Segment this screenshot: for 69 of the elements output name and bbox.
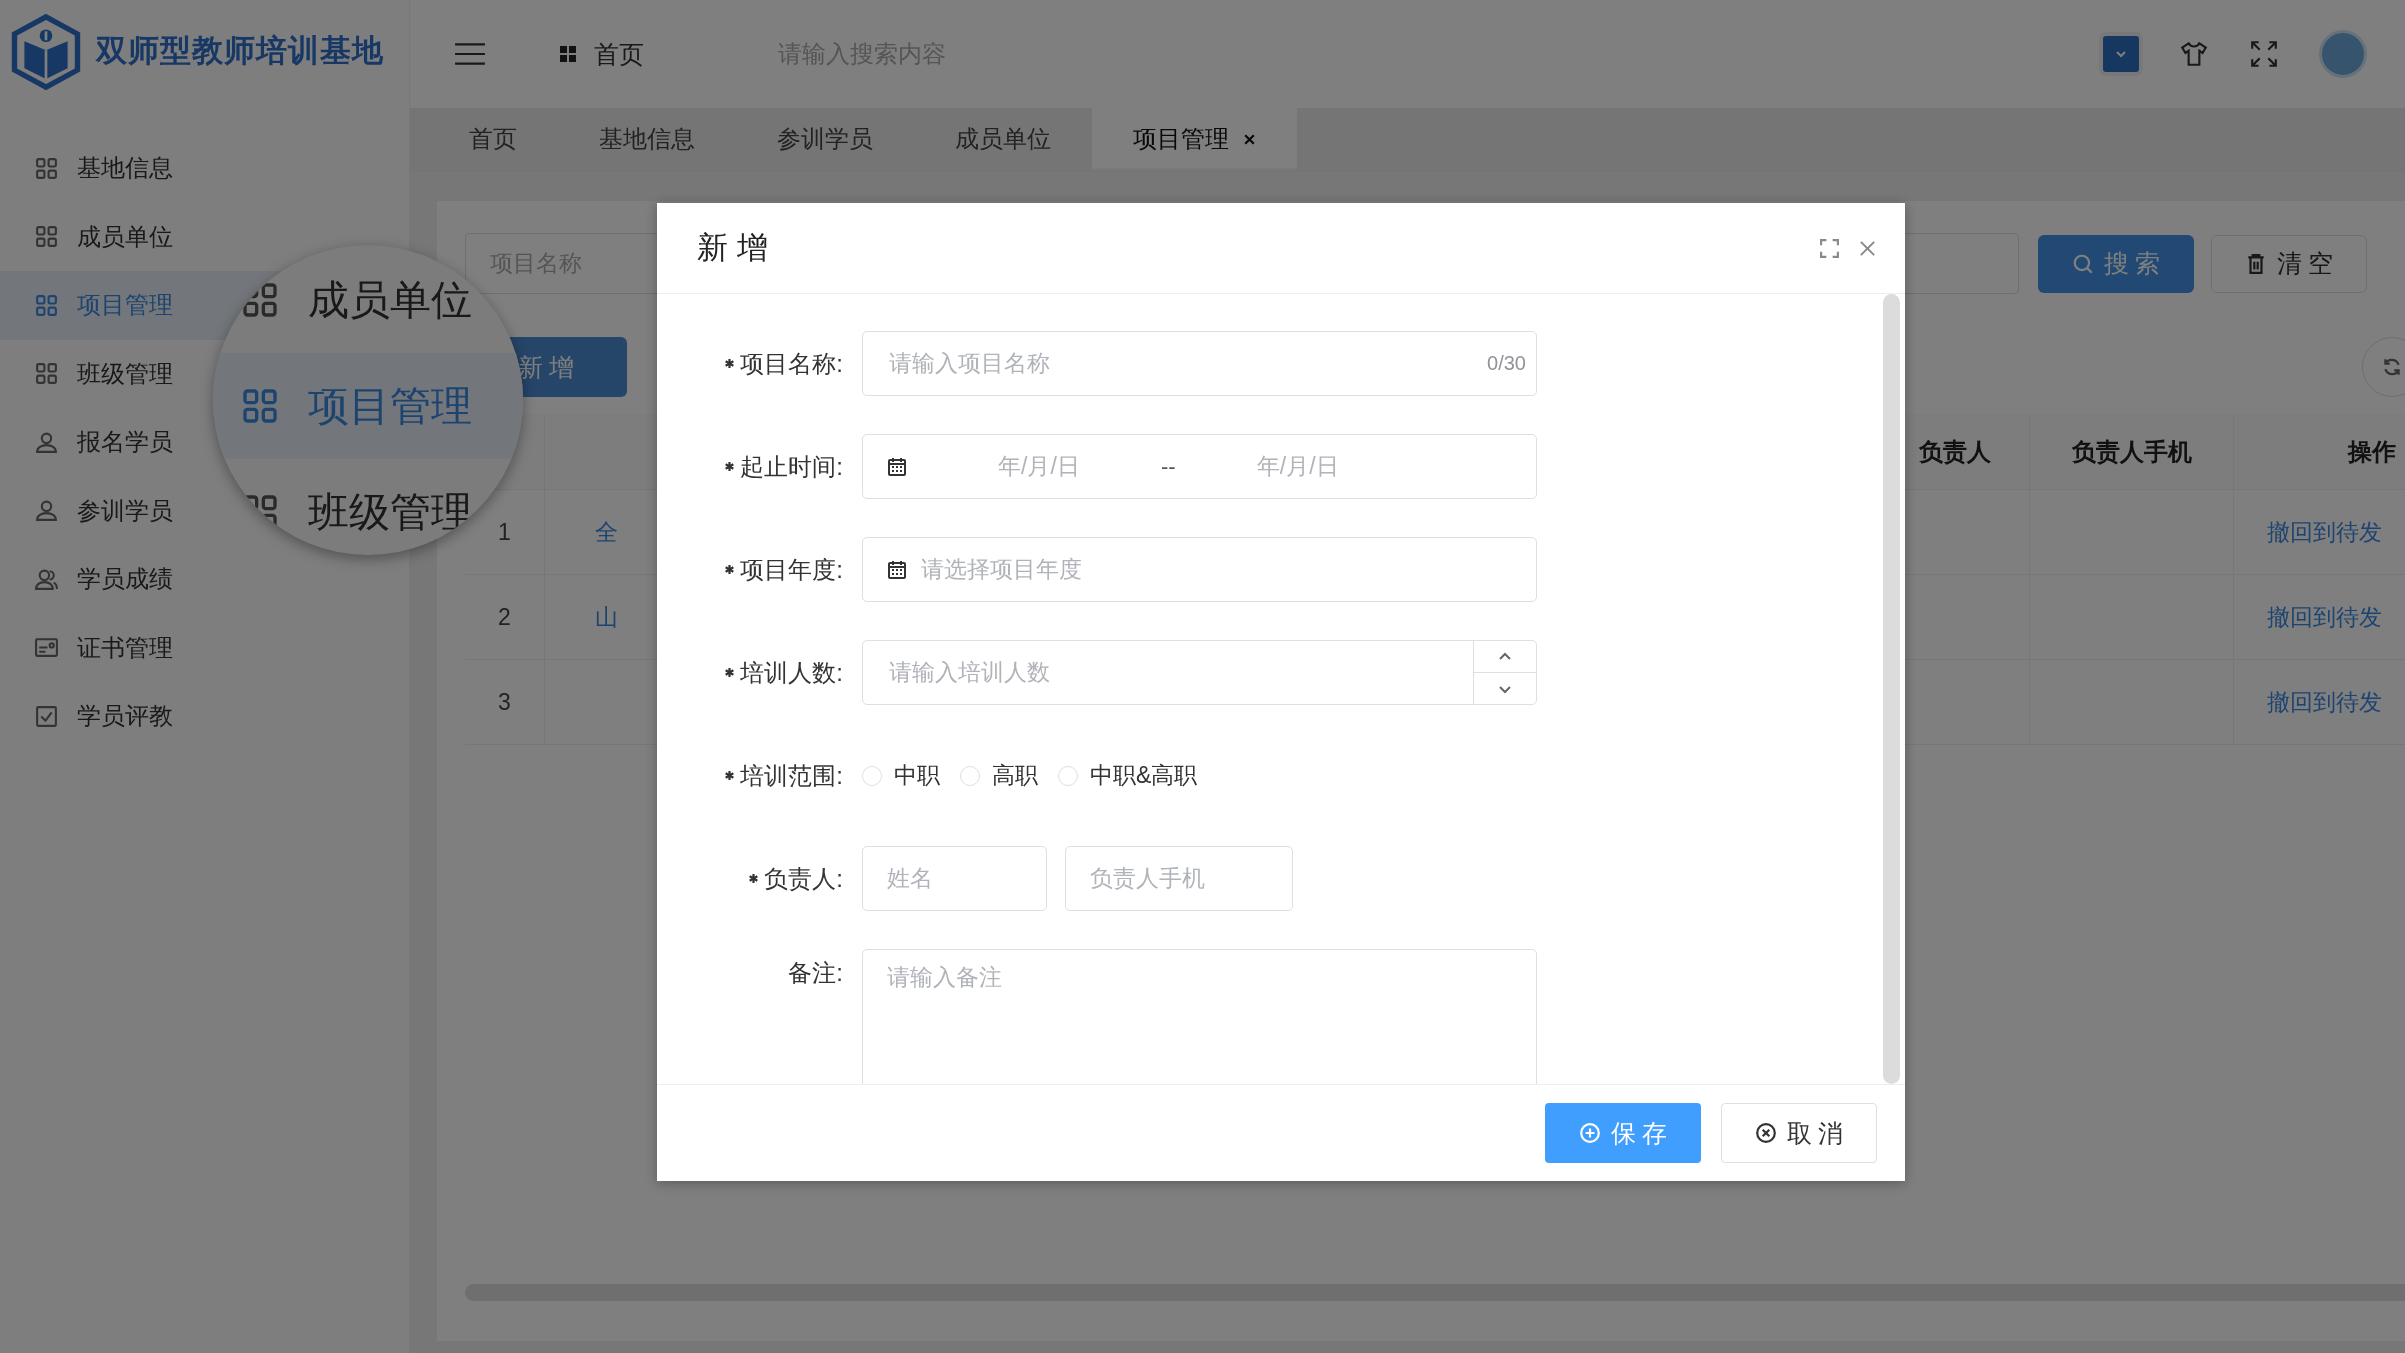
close-icon[interactable]: [1858, 238, 1877, 258]
tab[interactable]: 成员单位: [914, 108, 1092, 170]
radio-label[interactable]: 中职&高职: [1090, 760, 1198, 791]
year-input[interactable]: 请选择项目年度: [919, 555, 1526, 584]
user-icon: [34, 498, 59, 524]
number-input[interactable]: 请输入培训人数: [887, 658, 1473, 687]
sidebar-item[interactable]: 基地信息: [0, 134, 409, 203]
maximize-icon[interactable]: [1819, 237, 1840, 259]
table-link[interactable]: 全: [595, 516, 618, 548]
grid-icon: [240, 386, 280, 426]
radio-label[interactable]: 中职: [894, 760, 940, 791]
table-cell: 3: [465, 660, 545, 745]
close-icon[interactable]: [1243, 132, 1256, 146]
tab[interactable]: 首页: [428, 108, 558, 170]
calendar-icon: [887, 456, 907, 477]
field-label: 起止时间:: [740, 451, 843, 482]
menu-icon[interactable]: [454, 41, 486, 67]
grid-icon: [34, 292, 59, 318]
date-range-field[interactable]: 年/月/日 -- 年/月/日: [862, 434, 1537, 499]
close-circle-icon: [1754, 1122, 1777, 1144]
table-cell: 2: [465, 575, 545, 660]
field-label: 项目年度:: [740, 554, 843, 585]
search-icon: [2071, 252, 2094, 275]
shirt-icon[interactable]: [2179, 39, 2209, 69]
apps-icon: [558, 44, 578, 64]
tab[interactable]: 参训学员: [736, 108, 914, 170]
table-link[interactable]: 撤回到待发: [2267, 601, 2382, 633]
logo-title: 双师型教师培训基地: [96, 32, 384, 70]
grid-icon: [34, 155, 59, 181]
field-label: 培训人数:: [740, 657, 843, 688]
grid-icon: [240, 280, 280, 320]
field-label: 项目名称:: [740, 348, 843, 379]
tab[interactable]: 基地信息: [558, 108, 736, 170]
grid-icon: [34, 361, 59, 387]
input-field[interactable]: 请输入项目名称: [887, 349, 1488, 378]
end-date-input[interactable]: 年/月/日: [1215, 452, 1380, 481]
input-field[interactable]: 负责人手机: [1065, 846, 1293, 911]
table-link[interactable]: 山: [595, 601, 618, 633]
column-header: 负责人手机: [2030, 414, 2234, 490]
range-separator: --: [1161, 453, 1176, 480]
search-button[interactable]: 搜 索: [2038, 234, 2194, 293]
clear-button[interactable]: 清 空: [2211, 234, 2367, 293]
plus-circle-icon: [1578, 1122, 1601, 1144]
calendar-icon: [887, 559, 907, 580]
tab[interactable]: 项目管理: [1092, 108, 1297, 170]
avatar[interactable]: [2319, 30, 2367, 78]
year-picker-field[interactable]: 请选择项目年度: [862, 537, 1537, 602]
refresh-icon: [2381, 356, 2403, 378]
start-date-input[interactable]: 年/月/日: [957, 452, 1121, 481]
number-field[interactable]: 请输入培训人数: [862, 640, 1537, 705]
grid-icon: [34, 224, 59, 250]
table-link[interactable]: 撤回到待发: [2267, 516, 2382, 548]
field-label: 培训范围:: [740, 760, 843, 791]
textarea-field[interactable]: 请输入备注: [862, 949, 1537, 1084]
input-field[interactable]: 姓名: [862, 846, 1047, 911]
field-label: 负责人:: [764, 863, 843, 894]
sidebar-item[interactable]: 学员评教: [0, 682, 409, 751]
table-link[interactable]: 撤回到待发: [2267, 686, 2382, 718]
field-label: 备注:: [788, 958, 843, 988]
sidebar-item[interactable]: 证书管理: [0, 613, 409, 682]
breadcrumb-link[interactable]: 首页: [594, 37, 644, 71]
checkbox-icon: [34, 703, 59, 729]
radio-label[interactable]: 高职: [992, 760, 1038, 791]
save-button[interactable]: 保 存: [1545, 1103, 1701, 1163]
text-field[interactable]: 请输入项目名称 0/30: [862, 331, 1537, 396]
fullscreen-icon[interactable]: [2249, 39, 2279, 69]
cancel-button[interactable]: 取 消: [1721, 1103, 1877, 1163]
vertical-scrollbar[interactable]: [1883, 294, 1900, 1084]
character-counter: 0/30: [1487, 352, 1526, 375]
